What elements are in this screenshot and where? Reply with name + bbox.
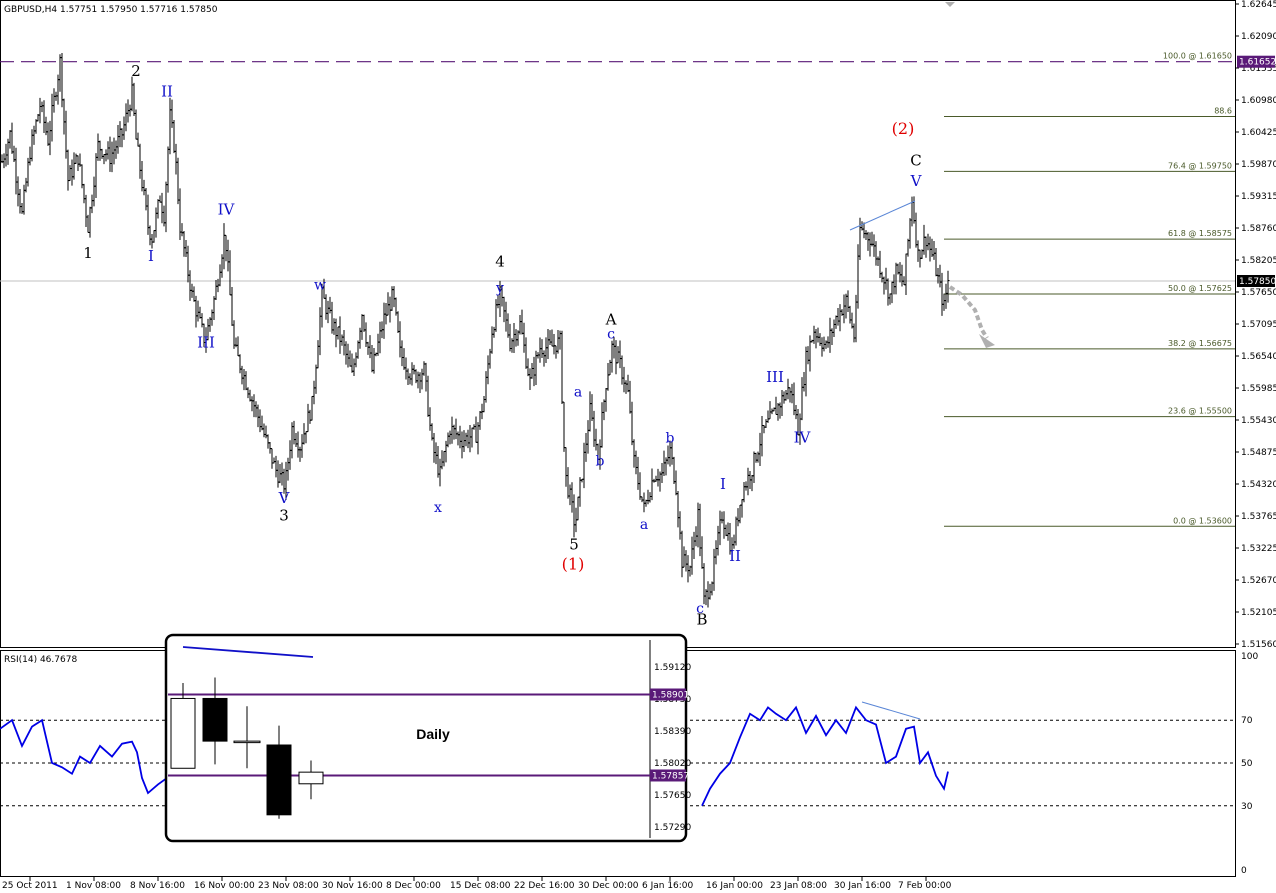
inset-tick-label: 1.58020 [654, 759, 691, 769]
wave-label: (2) [892, 119, 915, 138]
wave-label: III [766, 368, 784, 386]
price-tick-label: 1.53225 [1241, 544, 1276, 554]
inset-level-label: 1.58901 [652, 691, 689, 701]
wave-label: 3 [279, 507, 289, 525]
fib-label: 38.2 @ 1.56675 [1168, 339, 1232, 348]
price-tick-label: 1.59315 [1241, 192, 1276, 202]
main-panel [0, 0, 1236, 648]
daily-inset: 1.591201.587501.583901.580201.576501.572… [164, 633, 691, 843]
rsi-tick-label: 70 [1241, 716, 1253, 726]
rsi-tick-label: 0 [1241, 866, 1247, 876]
time-tick-label: 6 Jan 16:00 [642, 881, 694, 891]
time-tick-label: 1 Nov 08:00 [66, 881, 121, 891]
time-tick-label: 25 Oct 2011 [2, 881, 58, 891]
price-tick-label: 1.52670 [1241, 576, 1276, 586]
price-tick-label: 1.60425 [1241, 128, 1276, 138]
wave-label: b [596, 454, 605, 470]
wave-label: V [910, 172, 923, 190]
wave-label: 1 [83, 244, 93, 262]
price-tick-label: 1.55430 [1241, 416, 1276, 426]
price-marker-label: 1.61652 [1239, 58, 1276, 68]
fib-label: 61.8 @ 1.58575 [1168, 229, 1232, 238]
wave-label: b [666, 431, 675, 447]
wave-label: II [161, 82, 173, 100]
wave-label: a [574, 384, 582, 400]
fib-label: 0.0 @ 1.53600 [1173, 516, 1232, 525]
rsi-tick-label: 100 [1241, 652, 1258, 662]
time-tick-label: 22 Dec 16:00 [514, 881, 575, 891]
price-tick-label: 1.54320 [1241, 480, 1276, 490]
fib-label: 23.6 @ 1.55500 [1168, 407, 1232, 416]
price-marker-label: 1.57850 [1239, 277, 1276, 287]
wave-label: II [729, 547, 741, 565]
inset-tick-label: 1.59120 [654, 663, 691, 673]
wave-label: V [278, 489, 291, 507]
time-tick-label: 16 Nov 00:00 [194, 881, 255, 891]
wave-label: x [434, 500, 442, 516]
wave-label: B [696, 610, 707, 628]
wave-label: C [910, 152, 921, 170]
price-tick-label: 1.59870 [1241, 160, 1276, 170]
price-axis: 1.626451.620901.615351.609801.604251.598… [1235, 0, 1276, 650]
inset-title: Daily [416, 726, 450, 742]
wave-label: c [607, 327, 615, 343]
time-tick-label: 8 Nov 16:00 [130, 881, 185, 891]
price-tick-label: 1.58205 [1241, 256, 1276, 266]
inset-level-label: 1.57857 [652, 771, 689, 781]
time-tick-label: 8 Dec 00:00 [386, 881, 441, 891]
fib-label: 100.0 @ 1.61650 [1163, 52, 1232, 61]
wave-label: A [605, 310, 617, 328]
price-tick-label: 1.55985 [1241, 384, 1276, 394]
wave-label: 5 [569, 535, 579, 553]
wave-label: III [197, 333, 215, 351]
price-tick-label: 1.58760 [1241, 224, 1276, 234]
rsi-header: RSI(14) 46.7678 [4, 655, 77, 665]
time-tick-label: 23 Nov 08:00 [258, 881, 319, 891]
price-tick-label: 1.54875 [1241, 448, 1276, 458]
price-tick-label: 1.57650 [1241, 288, 1276, 298]
wave-label: I [148, 247, 154, 265]
time-tick-label: 7 Feb 00:00 [898, 881, 952, 891]
rsi-tick-label: 30 [1241, 802, 1253, 812]
price-tick-label: 1.51560 [1241, 640, 1276, 650]
wave-label: IV [794, 429, 812, 447]
fib-label: 88.6 [1214, 107, 1232, 116]
rsi-tick-label: 50 [1241, 759, 1253, 769]
wave-label: y [495, 281, 504, 297]
time-tick-label: 30 Dec 00:00 [578, 881, 639, 891]
inset-tick-label: 1.57650 [654, 791, 691, 801]
inset-tick-label: 1.57290 [654, 823, 691, 833]
wave-label: 4 [495, 253, 505, 271]
price-tick-label: 1.57095 [1241, 320, 1276, 330]
wave-label: 2 [131, 62, 141, 80]
price-tick-label: 1.56540 [1241, 352, 1276, 362]
price-tick-label: 1.52105 [1241, 608, 1276, 618]
price-tick-label: 1.62090 [1241, 32, 1276, 42]
time-axis: 25 Oct 2011 1 Nov 08:00 8 Nov 16:00 16 Nov … [2, 877, 952, 891]
price-tick-label: 1.53765 [1241, 512, 1276, 522]
price-tick-label: 1.62645 [1241, 0, 1276, 10]
chart-root: GBPUSD,H4 1.57751 1.57950 1.57716 1.5785… [0, 0, 1276, 891]
fib-label: 50.0 @ 1.57625 [1168, 284, 1232, 293]
price-tick-label: 1.60980 [1241, 96, 1276, 106]
time-tick-label: 16 Jan 00:00 [706, 881, 763, 891]
wave-label: I [720, 475, 726, 493]
time-tick-label: 30 Nov 16:00 [322, 881, 383, 891]
time-tick-label: 15 Dec 08:00 [450, 881, 511, 891]
inset-tick-label: 1.58390 [654, 727, 691, 737]
main-header: GBPUSD,H4 1.57751 1.57950 1.57716 1.5785… [4, 5, 218, 15]
fib-label: 76.4 @ 1.59750 [1168, 161, 1232, 170]
wave-label: IV [218, 201, 236, 219]
time-tick-label: 30 Jan 16:00 [834, 881, 891, 891]
wave-label: a [640, 517, 648, 533]
time-tick-label: 23 Jan 08:00 [770, 881, 827, 891]
wave-label: (1) [562, 555, 585, 574]
wave-label: w [314, 278, 326, 294]
